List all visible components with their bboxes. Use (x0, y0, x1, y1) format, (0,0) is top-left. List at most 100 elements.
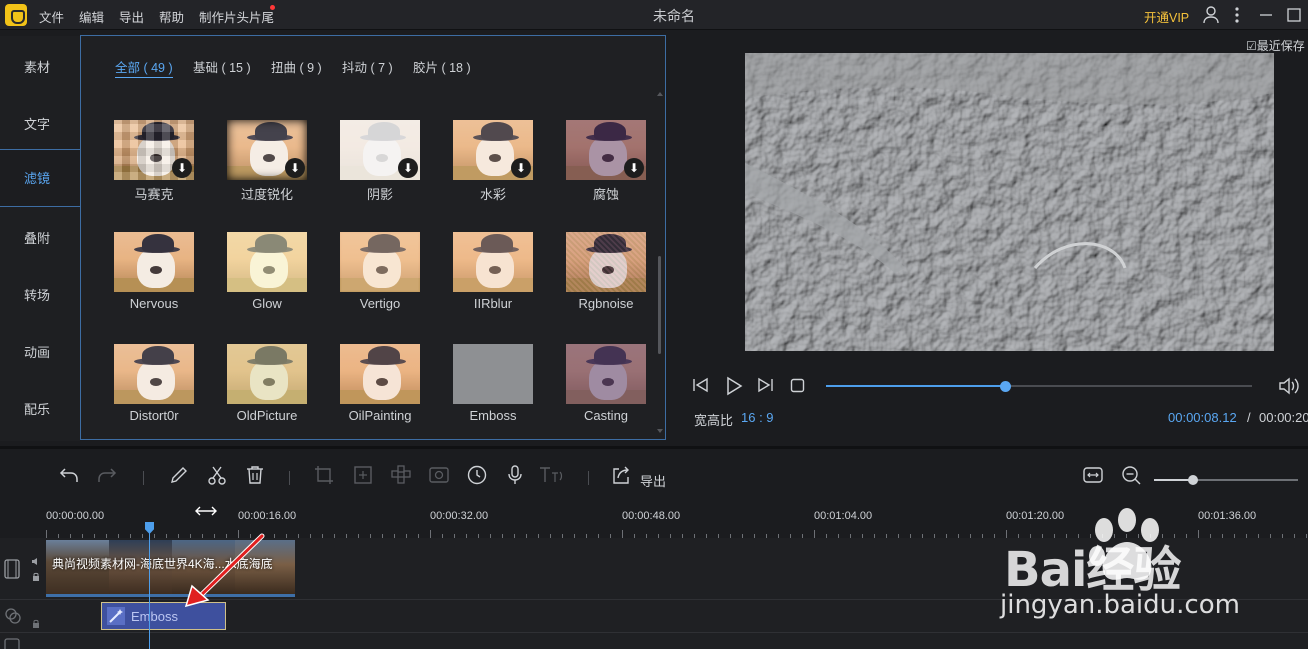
redo-icon[interactable] (96, 464, 118, 486)
filter-tile[interactable]: OldPicture (227, 344, 307, 424)
filter-thumbnail: ⬇ (114, 120, 194, 180)
nav-overlay[interactable]: 叠附 (0, 210, 80, 267)
filter-tile[interactable]: ⬇ 阴影 (340, 120, 420, 202)
mosaic-icon[interactable] (390, 464, 412, 486)
microphone-icon[interactable] (504, 464, 526, 486)
more-menu-icon[interactable] (1234, 6, 1240, 24)
download-icon[interactable]: ⬇ (511, 158, 531, 178)
filter-label: OldPicture (236, 408, 298, 423)
nav-media[interactable]: 素材 (0, 39, 80, 96)
filter-thumbnail (114, 344, 194, 404)
timeline-zoom-slider[interactable] (1154, 475, 1298, 485)
aspect-ratio-selector[interactable]: 16 : 9 (741, 410, 774, 425)
nav-transitions[interactable]: 转场 (0, 267, 80, 324)
nav-music[interactable]: 配乐 (0, 381, 80, 438)
filter-tile[interactable]: IIRblur (453, 232, 533, 312)
tab-all[interactable]: 全部 ( 49 ) (115, 57, 173, 78)
nav-animation[interactable]: 动画 (0, 324, 80, 381)
volume-icon[interactable] (1278, 376, 1300, 396)
filter-tile[interactable]: Casting (566, 344, 646, 424)
filter-tile[interactable]: OilPainting (340, 344, 420, 424)
prev-frame-icon[interactable] (692, 376, 710, 394)
minimize-icon[interactable] (1259, 8, 1273, 22)
filter-label: Casting (583, 408, 629, 423)
tab-film[interactable]: 胶片 ( 18 ) (413, 57, 471, 76)
download-icon[interactable]: ⬇ (624, 158, 644, 178)
maximize-icon[interactable] (1287, 8, 1301, 22)
filter-label: 腐蚀 (592, 187, 619, 202)
filter-tile[interactable]: Rgbnoise (566, 232, 646, 312)
user-icon[interactable] (1203, 6, 1219, 24)
filter-panel: 全部 ( 49 ) 基础 ( 15 ) 扭曲 ( 9 ) 抖动 ( 7 ) 胶片… (80, 35, 666, 440)
download-icon[interactable]: ⬇ (285, 158, 305, 178)
annotation-arrow-icon (184, 533, 265, 608)
export-button-label[interactable]: 导出 (640, 471, 666, 490)
filter-label: Rgbnoise (578, 296, 634, 311)
vip-button[interactable]: 开通VIP (1144, 7, 1189, 26)
filter-thumbnail (566, 232, 646, 292)
scissors-icon[interactable] (206, 464, 228, 486)
filter-thumbnail (340, 232, 420, 292)
filter-thumbnail: ⬇ (566, 120, 646, 180)
text-to-speech-icon[interactable] (538, 464, 566, 486)
filter-tile[interactable]: Glow (227, 232, 307, 312)
filter-tile[interactable]: Nervous (114, 232, 194, 312)
fit-timeline-icon[interactable] (1082, 464, 1104, 486)
download-icon[interactable]: ⬇ (172, 158, 192, 178)
category-sidebar: 素材 文字 滤镜 叠附 转场 动画 配乐 (0, 36, 80, 441)
filter-label: 水彩 (479, 187, 506, 202)
filter-label: 阴影 (366, 187, 393, 202)
filter-track-icon (5, 608, 21, 624)
stop-icon[interactable] (790, 378, 805, 393)
zoom-slider-knob[interactable] (1187, 475, 1198, 485)
playback-progress-fill (826, 385, 1005, 387)
nav-filters[interactable]: 滤镜 (0, 149, 80, 207)
filter-label: 马赛克 (134, 187, 174, 202)
scroll-down-arrow-icon[interactable] (657, 429, 663, 433)
ruler-time-label: 00:01:20.00 (1006, 510, 1065, 522)
scroll-up-arrow-icon[interactable] (657, 92, 663, 96)
resize-icon[interactable] (352, 464, 374, 486)
tab-shake[interactable]: 抖动 ( 7 ) (342, 57, 393, 76)
freeze-frame-icon[interactable] (428, 464, 450, 486)
resize-cursor-icon (195, 506, 217, 516)
filter-thumbnail (227, 344, 307, 404)
delete-icon[interactable] (244, 464, 266, 486)
text-track-icon (4, 638, 20, 649)
export-icon[interactable] (610, 464, 632, 486)
filter-tile[interactable]: ⬇ 水彩 (453, 120, 533, 202)
next-frame-icon[interactable] (756, 376, 774, 394)
track-lock-icon[interactable] (32, 572, 40, 581)
filter-label: Glow (252, 296, 282, 311)
download-icon[interactable]: ⬇ (398, 158, 418, 178)
nav-text[interactable]: 文字 (0, 96, 80, 153)
last-saved-status: ☑最近保存 (1246, 39, 1305, 53)
filter-thumbnail (566, 344, 646, 404)
filter-tile[interactable]: ⬇ 腐蚀 (566, 120, 646, 202)
filter-tile[interactable]: Emboss (453, 344, 533, 424)
tab-basic[interactable]: 基础 ( 15 ) (193, 57, 251, 76)
undo-icon[interactable] (58, 464, 80, 486)
play-icon[interactable] (724, 376, 744, 396)
duration-clock-icon[interactable] (466, 464, 488, 486)
toolbar-divider (289, 471, 290, 485)
ruler-time-label: 00:01:04.00 (814, 510, 873, 522)
tab-distort[interactable]: 扭曲 ( 9 ) (271, 57, 322, 76)
toolbar-divider (588, 471, 589, 485)
total-time: 00:00:20 (1259, 410, 1308, 425)
track-lock-icon[interactable] (32, 619, 40, 628)
playback-progress-knob[interactable] (999, 381, 1011, 392)
filter-tile[interactable]: ⬇ 过度锐化 (227, 120, 307, 202)
filter-label: OilPainting (348, 408, 412, 423)
crop-icon[interactable] (313, 464, 335, 486)
filter-thumbnail (340, 344, 420, 404)
filter-tile[interactable]: Vertigo (340, 232, 420, 312)
playback-progress-bar[interactable] (826, 381, 1252, 392)
zoom-out-icon[interactable] (1120, 464, 1142, 486)
filter-tile[interactable]: Distort0r (114, 344, 194, 424)
filter-tile[interactable]: ⬇ 马赛克 (114, 120, 194, 202)
filter-label: 过度锐化 (240, 187, 293, 202)
playhead[interactable] (149, 522, 150, 649)
edit-pencil-icon[interactable] (168, 464, 190, 486)
track-mute-icon[interactable] (31, 557, 41, 566)
